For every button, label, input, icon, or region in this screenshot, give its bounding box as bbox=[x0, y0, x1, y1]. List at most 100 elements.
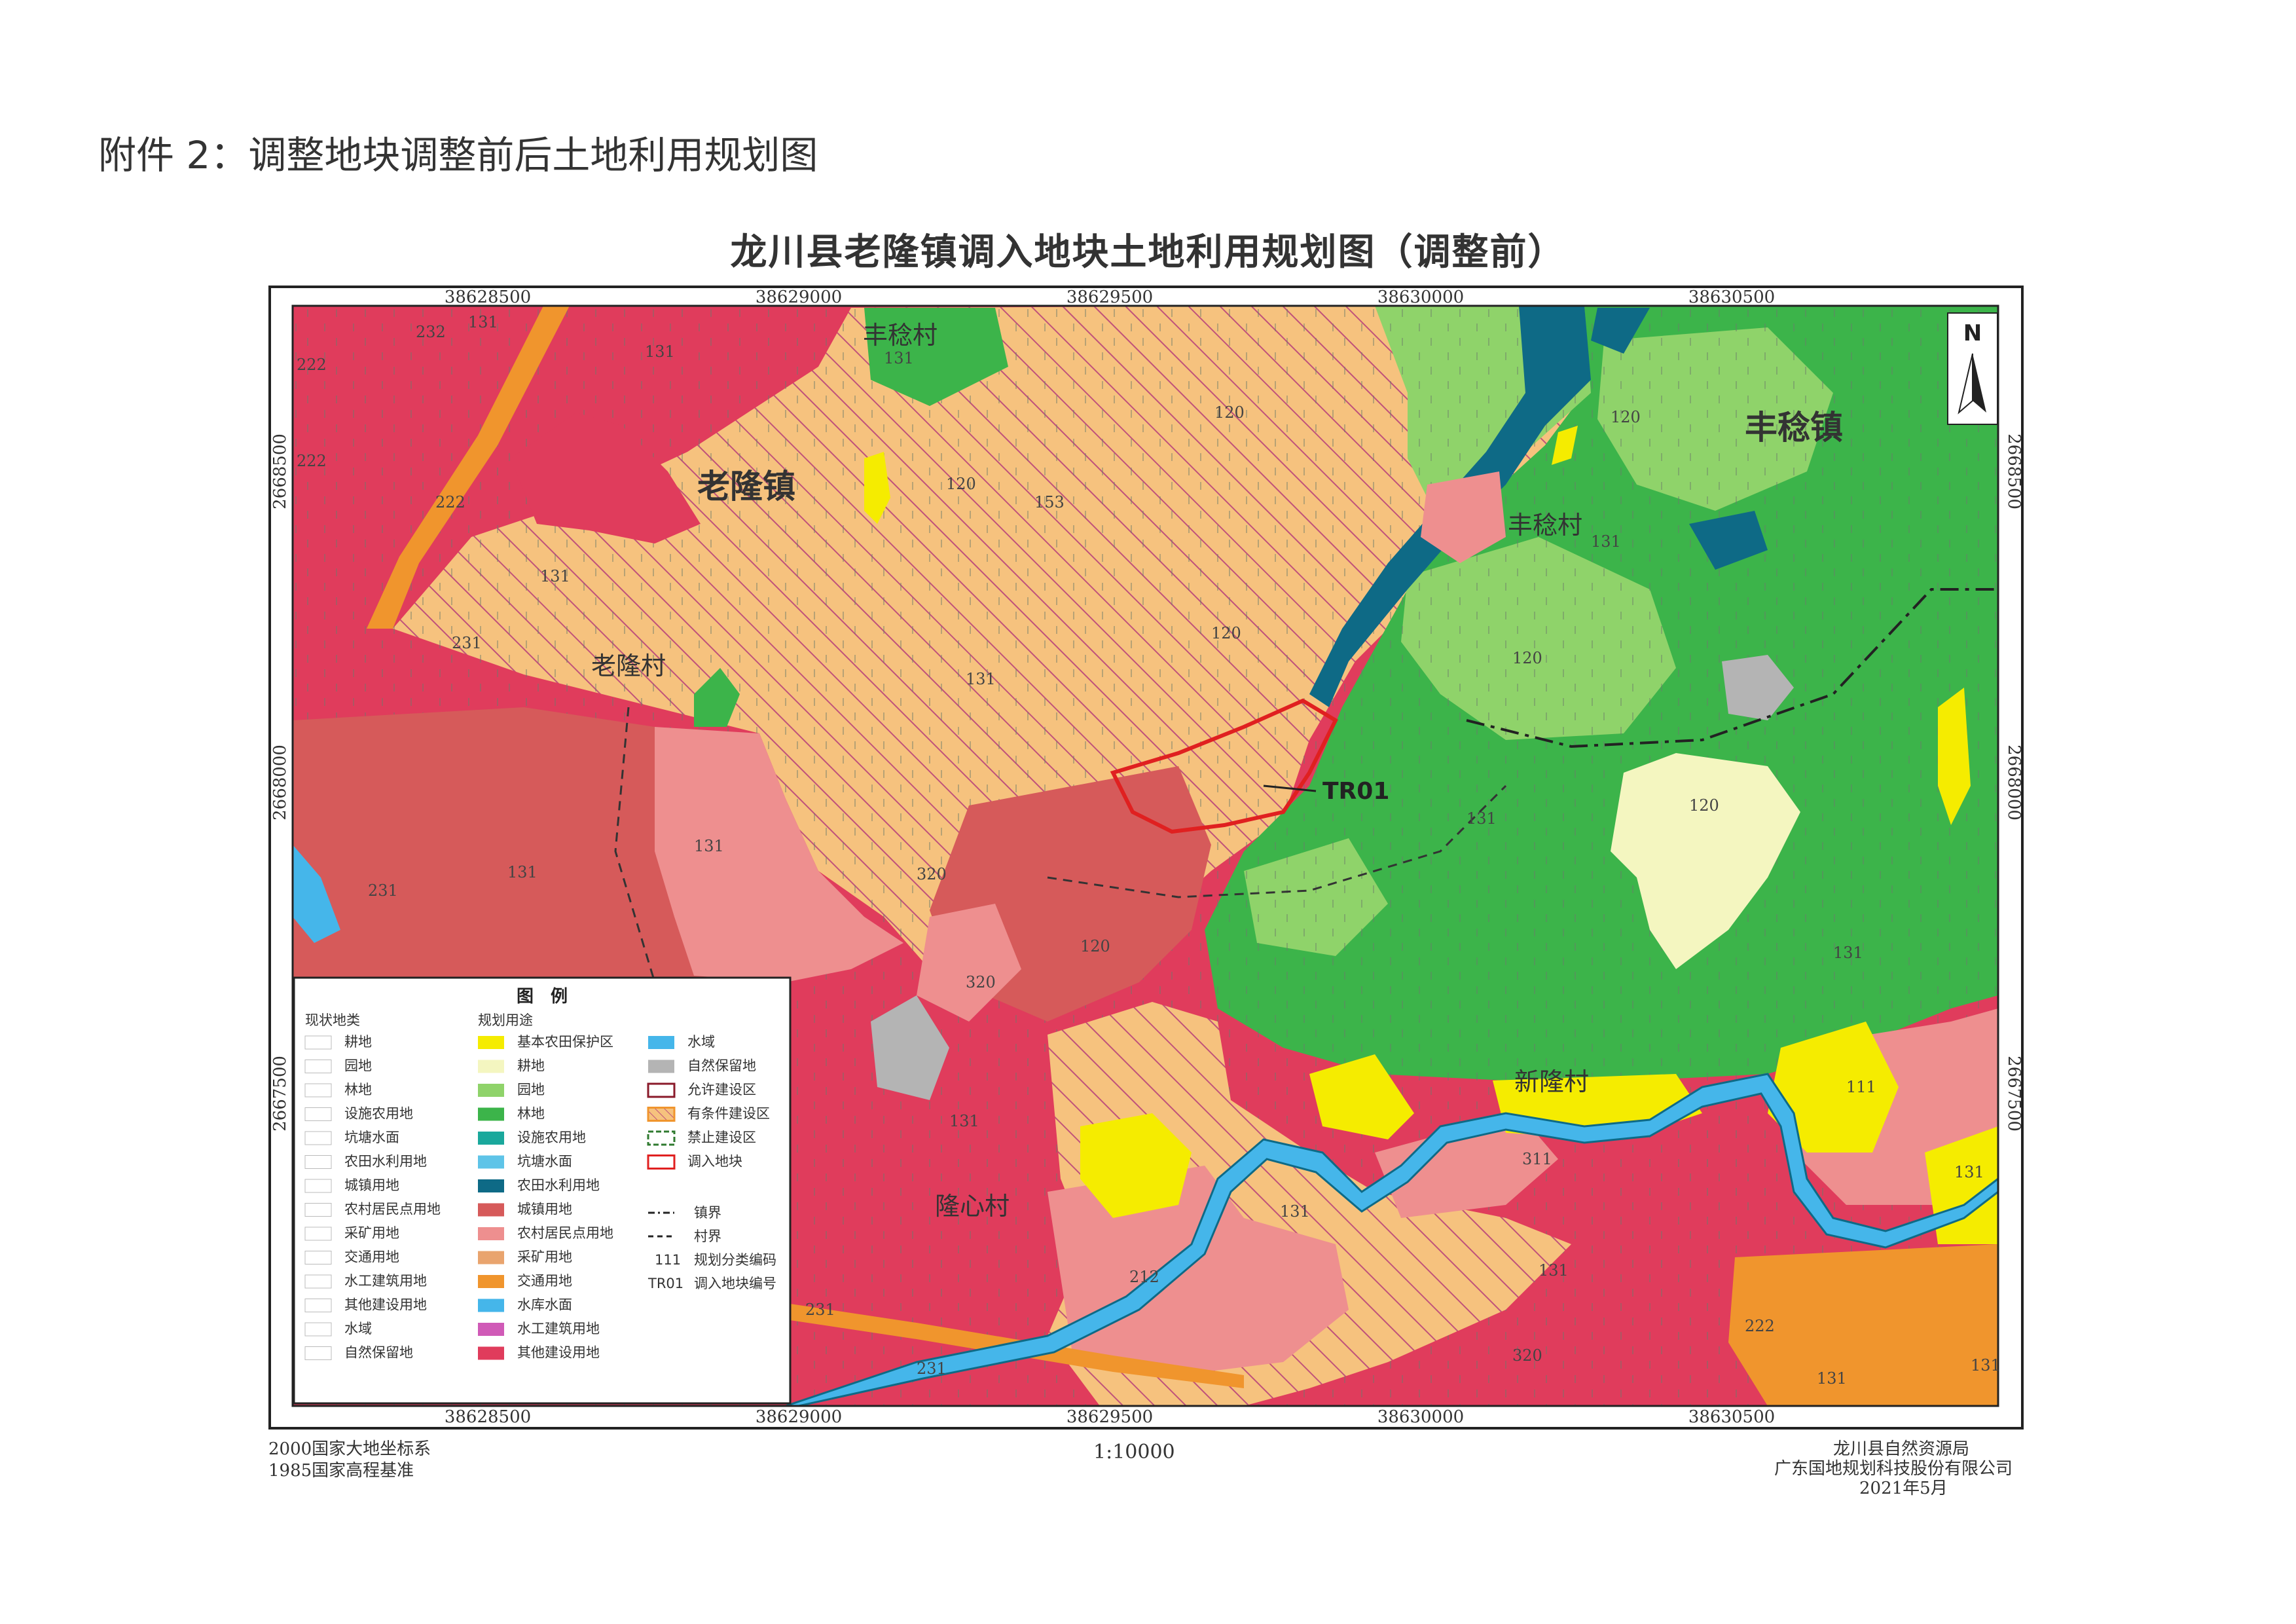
north-arrow: N bbox=[1947, 312, 1998, 425]
legend-planning-swatch bbox=[478, 1179, 504, 1192]
code-label: 131 bbox=[694, 837, 724, 855]
code-label: 131 bbox=[966, 670, 996, 688]
legend-code-example: 111 bbox=[655, 1252, 681, 1268]
code-label: 120 bbox=[1611, 408, 1641, 426]
legend-zone-label: 禁止建设区 bbox=[687, 1130, 756, 1145]
place-longxin-village: 隆心村 bbox=[935, 1192, 1010, 1221]
code-label: 131 bbox=[1954, 1163, 1984, 1181]
coord-left-1: 2668500 bbox=[270, 434, 290, 509]
legend-zone-label: 调入地块 bbox=[687, 1154, 742, 1170]
legend-status-label: 农村居民点用地 bbox=[344, 1202, 441, 1217]
code-label: 120 bbox=[1512, 649, 1542, 667]
legend-status-swatch bbox=[304, 1251, 332, 1264]
legend-status-swatch bbox=[304, 1227, 332, 1241]
legend-status-label: 水域 bbox=[344, 1321, 372, 1337]
parcel-label-tr01[interactable]: TR01 bbox=[1322, 778, 1389, 805]
legend-planning-label: 基本农田保护区 bbox=[517, 1034, 613, 1050]
legend-zone-swatch bbox=[647, 1130, 676, 1146]
legend-planning-swatch bbox=[478, 1227, 504, 1240]
place-laolong-village: 老隆村 bbox=[591, 652, 666, 680]
code-label: 111 bbox=[1846, 1078, 1876, 1096]
code-label: 320 bbox=[1512, 1346, 1542, 1365]
legend-status-swatch bbox=[304, 1107, 332, 1121]
coord-bottom-2: 38629000 bbox=[756, 1407, 842, 1427]
legend-zone-swatch bbox=[647, 1154, 676, 1170]
code-label: 131 bbox=[1591, 532, 1621, 551]
legend-status-header: 现状地类 bbox=[305, 1012, 360, 1028]
legend-zone-label: 允许建设区 bbox=[687, 1082, 756, 1098]
legend-planning-swatch bbox=[478, 1299, 504, 1312]
legend-status-label: 农田水利用地 bbox=[344, 1154, 427, 1170]
coord-left-3: 2667500 bbox=[270, 1056, 290, 1132]
legend-planning-swatch bbox=[478, 1107, 504, 1121]
code-label: 320 bbox=[917, 865, 947, 883]
code-label: 120 bbox=[1211, 624, 1241, 642]
legend-planning-label: 水工建筑用地 bbox=[517, 1321, 600, 1337]
coord-system-note: 2000国家大地坐标系 bbox=[268, 1439, 431, 1459]
code-label: 222 bbox=[297, 356, 327, 374]
map-date: 2021年5月 bbox=[1859, 1479, 1948, 1498]
legend-planning-swatch bbox=[478, 1251, 504, 1264]
legend-status-swatch bbox=[304, 1203, 332, 1217]
legend-planning-swatch bbox=[478, 1084, 504, 1097]
legend-zone-swatch bbox=[648, 1060, 674, 1073]
code-label: 153 bbox=[1034, 493, 1065, 511]
legend-status-label: 水工建筑用地 bbox=[344, 1273, 427, 1289]
legend-status-label: 采矿用地 bbox=[344, 1225, 399, 1241]
legend-planning-label: 林地 bbox=[517, 1106, 545, 1122]
coord-left-2: 2668000 bbox=[270, 745, 290, 821]
code-label: 120 bbox=[946, 475, 976, 493]
code-label: 320 bbox=[966, 973, 996, 991]
code-label: 131 bbox=[1467, 809, 1497, 828]
legend-planning-label: 农田水利用地 bbox=[517, 1177, 600, 1193]
coord-top-5: 38630500 bbox=[1688, 287, 1775, 307]
legend-status-swatch bbox=[304, 1322, 332, 1337]
code-label: 131 bbox=[949, 1112, 979, 1130]
legend-status-label: 设施农用地 bbox=[344, 1106, 413, 1122]
code-label: 131 bbox=[1971, 1356, 2001, 1375]
code-label: 131 bbox=[507, 863, 538, 881]
legend-planning-swatch bbox=[478, 1323, 504, 1336]
north-label: N bbox=[1963, 320, 1982, 346]
legend-status-swatch bbox=[304, 1060, 332, 1073]
legend-planning-swatch bbox=[478, 1346, 504, 1360]
legend-zone-label: 自然保留地 bbox=[687, 1058, 756, 1074]
code-label: 231 bbox=[805, 1301, 835, 1319]
legend-status-swatch bbox=[304, 1179, 332, 1193]
place-laolong-town: 老隆镇 bbox=[697, 468, 795, 506]
legend-status-label: 其他建设用地 bbox=[344, 1297, 427, 1313]
coord-top-1: 38628500 bbox=[445, 287, 531, 307]
code-label: 232 bbox=[416, 323, 446, 341]
code-label: 131 bbox=[468, 313, 498, 331]
code-label: 231 bbox=[917, 1359, 947, 1378]
legend-planning-label: 农村居民点用地 bbox=[517, 1225, 613, 1241]
land-use-map[interactable]: 38628500 38629000 38629500 38630000 3863… bbox=[0, 0, 2296, 1624]
legend-planning-label: 采矿用地 bbox=[517, 1249, 572, 1265]
legend-status-label: 坑塘水面 bbox=[344, 1130, 399, 1145]
legend-status-label: 耕地 bbox=[344, 1034, 372, 1050]
legend: 图 例 现状地类 规划用途 耕地园地林地设施农用地坑塘水面农田水利用地城镇用地农… bbox=[293, 976, 792, 1405]
legend-planning-swatch bbox=[478, 1060, 504, 1073]
legend-planning-label: 水库水面 bbox=[517, 1297, 572, 1313]
legend-code-desc: 规划分类编码 bbox=[694, 1252, 776, 1268]
legend-zone-swatch bbox=[647, 1107, 676, 1122]
legend-title: 图 例 bbox=[517, 987, 568, 1006]
legend-planning-label: 耕地 bbox=[517, 1058, 545, 1074]
legend-planning-label: 坑塘水面 bbox=[517, 1154, 572, 1170]
code-label: 120 bbox=[1689, 796, 1719, 815]
coord-bottom-3: 38629500 bbox=[1066, 1407, 1153, 1427]
map-scale: 1:10000 bbox=[1093, 1441, 1175, 1464]
coord-right-2: 2668000 bbox=[2004, 745, 2024, 821]
legend-status-label: 城镇用地 bbox=[344, 1177, 399, 1193]
code-label: 131 bbox=[884, 349, 914, 367]
code-label: 231 bbox=[368, 881, 398, 900]
legend-planning-swatch bbox=[478, 1155, 504, 1169]
legend-zone-swatch bbox=[647, 1082, 676, 1098]
code-label: 131 bbox=[645, 342, 675, 361]
legend-village-boundary-label: 村界 bbox=[694, 1228, 721, 1244]
legend-status-swatch bbox=[304, 1274, 332, 1289]
legend-status-swatch bbox=[304, 1299, 332, 1312]
legend-planning-header: 规划用途 bbox=[478, 1012, 533, 1028]
legend-planning-swatch bbox=[478, 1036, 504, 1049]
code-label: 120 bbox=[1214, 403, 1245, 422]
